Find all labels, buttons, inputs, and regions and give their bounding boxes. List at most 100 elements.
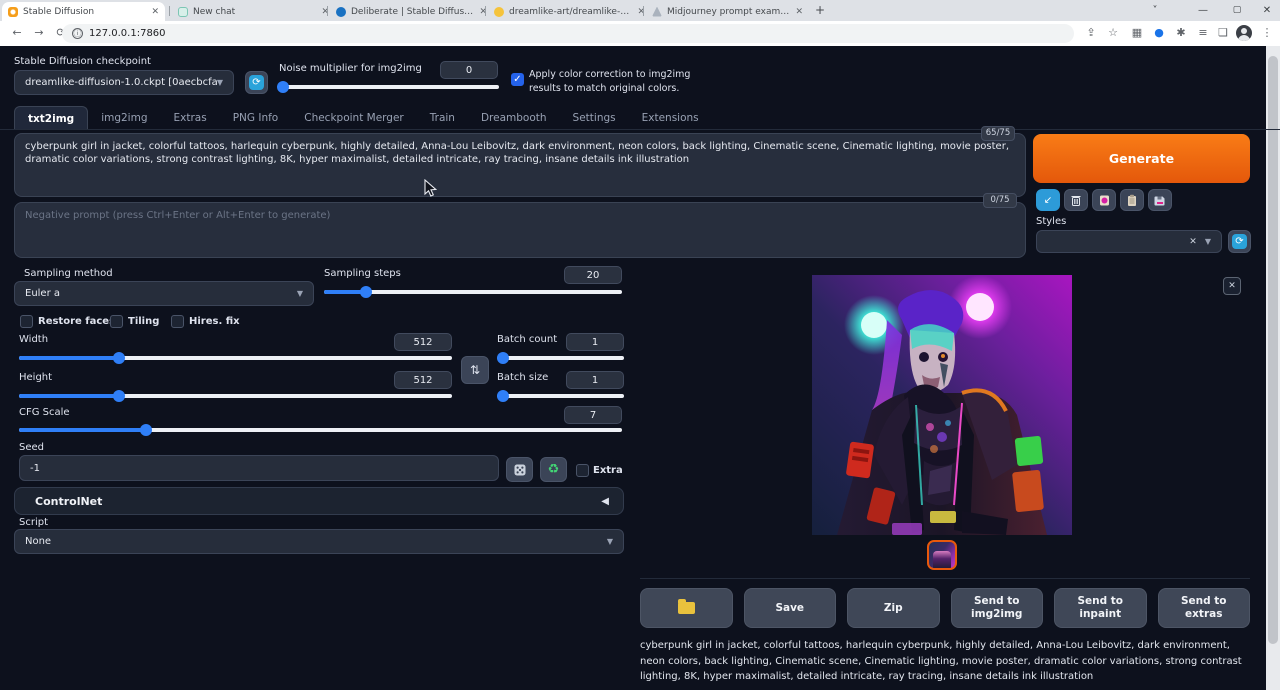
restore-faces-checkbox[interactable] (20, 315, 33, 328)
profile-avatar[interactable] (1236, 25, 1252, 41)
checkpoint-dropdown[interactable]: dreamlike-diffusion-1.0.ckpt [0aecbcfa2c… (14, 70, 234, 95)
extra-networks-button[interactable] (1092, 189, 1116, 211)
browser-tab-deliberate[interactable]: Deliberate | Stable Diffusion Che ✕ (330, 2, 493, 21)
apply-style-button[interactable] (1120, 189, 1144, 211)
width-value[interactable] (394, 333, 452, 351)
reading-list-icon[interactable]: ≡ (1194, 24, 1212, 42)
tiling-checkbox[interactable] (110, 315, 123, 328)
mouse-cursor (424, 179, 437, 198)
tab-title: Stable Diffusion (23, 7, 146, 17)
media-extension-icon[interactable]: ▦ (1128, 24, 1146, 42)
gallery-thumbnail-selected[interactable] (927, 540, 957, 570)
tab-png-info[interactable]: PNG Info (220, 106, 292, 130)
tab-extensions[interactable]: Extensions (629, 106, 712, 130)
tab-img2img[interactable]: img2img (88, 106, 160, 130)
back-icon[interactable]: ← (8, 24, 26, 42)
styles-dropdown[interactable]: ✕ ▼ (1036, 230, 1222, 253)
menu-dots-icon[interactable]: ⋮ (1258, 24, 1276, 42)
chevron-down-icon: ▼ (607, 537, 613, 546)
width-slider[interactable] (19, 352, 452, 364)
huggingface-favicon (494, 7, 504, 17)
prompt-tools-row: ↙ (1036, 189, 1172, 211)
browser-tab-stable-diffusion[interactable]: Stable Diffusion ✕ (2, 2, 165, 21)
tab-train[interactable]: Train (417, 106, 468, 130)
send-to-inpaint-button[interactable]: Send to inpaint (1054, 588, 1147, 628)
side-panel-icon[interactable]: ❏ (1214, 24, 1232, 42)
open-folder-button[interactable] (640, 588, 733, 628)
tab-search-chevron-icon[interactable]: ˅ (1140, 0, 1170, 21)
batch-size-value[interactable] (566, 371, 624, 389)
send-to-img2img-button[interactable]: Send to img2img (951, 588, 1044, 628)
height-value[interactable] (394, 371, 452, 389)
generated-image[interactable] (812, 275, 1072, 535)
batch-count-slider[interactable] (497, 352, 624, 364)
controlnet-accordion[interactable]: ControlNet ◀ (14, 487, 624, 515)
chat-favicon (178, 7, 188, 17)
random-seed-button[interactable] (506, 457, 533, 482)
swap-arrows-icon: ⇅ (470, 363, 480, 377)
tab-close-icon[interactable]: ✕ (151, 7, 159, 17)
paste-params-button[interactable]: ↙ (1036, 189, 1060, 211)
sampling-steps-slider[interactable] (324, 286, 622, 298)
save-style-button[interactable] (1148, 189, 1172, 211)
window-minimize-button[interactable]: — (1188, 0, 1218, 21)
negative-prompt-textarea[interactable] (14, 202, 1026, 258)
batch-size-slider[interactable] (497, 390, 624, 402)
batch-count-value[interactable] (566, 333, 624, 351)
site-info-icon[interactable]: ⓘ (72, 28, 83, 39)
blue-dot-extension-icon[interactable]: ● (1150, 24, 1168, 42)
refresh-checkpoints-button[interactable]: ⟳ (245, 71, 268, 94)
tab-separator (485, 6, 486, 16)
browser-nav-bar: ← → ⟳ ⓘ 127.0.0.1:7860 ⇪ ☆ ▦ ● ✱ ≡ ❏ ⋮ (0, 21, 1280, 46)
cfg-scale-slider[interactable] (19, 424, 622, 436)
tab-close-icon[interactable]: ✕ (321, 7, 329, 17)
extra-seed-checkbox[interactable] (576, 464, 589, 477)
script-dropdown[interactable]: None ▼ (14, 529, 624, 554)
address-bar[interactable]: ⓘ 127.0.0.1:7860 (62, 24, 1074, 43)
share-icon[interactable]: ⇪ (1082, 24, 1100, 42)
color-correction-checkbox[interactable]: ✓ (511, 73, 524, 86)
tab-extras[interactable]: Extras (161, 106, 220, 130)
window-close-button[interactable]: ✕ (1252, 0, 1280, 21)
noise-multiplier-value[interactable] (440, 61, 498, 79)
scrollbar-thumb[interactable] (1268, 56, 1278, 644)
extensions-puzzle-icon[interactable]: ✱ (1172, 24, 1190, 42)
gradio-favicon (8, 7, 18, 17)
trash-icon (1070, 194, 1082, 207)
tab-close-icon[interactable]: ✕ (637, 7, 645, 17)
close-gallery-icon[interactable]: ✕ (1223, 277, 1241, 295)
cfg-scale-value[interactable] (564, 406, 622, 424)
tab-title: Midjourney prompt examples : L (667, 7, 790, 17)
prompt-textarea[interactable]: cyberpunk girl in jacket, colorful tatto… (14, 133, 1026, 197)
hires-fix-checkbox[interactable] (171, 315, 184, 328)
tab-settings[interactable]: Settings (560, 106, 629, 130)
seed-input[interactable]: -1 (19, 455, 499, 481)
noise-multiplier-slider[interactable] (279, 81, 499, 93)
forward-icon[interactable]: → (30, 24, 48, 42)
window-restore-button[interactable]: ▢ (1222, 0, 1252, 21)
bookmark-star-icon[interactable]: ☆ (1104, 24, 1122, 42)
clear-prompt-button[interactable] (1064, 189, 1088, 211)
generate-button[interactable]: Generate (1033, 134, 1250, 183)
tab-checkpoint-merger[interactable]: Checkpoint Merger (291, 106, 417, 130)
page-scrollbar[interactable] (1266, 46, 1280, 690)
tab-close-icon[interactable]: ✕ (479, 7, 487, 17)
new-tab-button[interactable]: + (812, 3, 828, 19)
tab-close-icon[interactable]: ✕ (795, 7, 803, 17)
height-slider[interactable] (19, 390, 452, 402)
browser-tab-dreamlike[interactable]: dreamlike-art/dreamlike-diffusio ✕ (488, 2, 651, 21)
send-to-extras-button[interactable]: Send to extras (1158, 588, 1251, 628)
swap-dimensions-button[interactable]: ⇅ (461, 356, 489, 384)
reuse-seed-button[interactable]: ♻ (540, 457, 567, 482)
refresh-styles-button[interactable]: ⟳ (1228, 230, 1251, 253)
browser-tab-midjourney[interactable]: Midjourney prompt examples : L ✕ (646, 2, 809, 21)
sampling-steps-value[interactable] (564, 266, 622, 284)
clear-styles-icon[interactable]: ✕ (1189, 237, 1197, 247)
save-button[interactable]: Save (744, 588, 837, 628)
batch-size-label: Batch size (497, 372, 548, 383)
zip-button[interactable]: Zip (847, 588, 940, 628)
sampling-method-dropdown[interactable]: Euler a ▼ (14, 281, 314, 306)
browser-tab-new-chat[interactable]: New chat ✕ (172, 2, 335, 21)
tab-txt2img[interactable]: txt2img (14, 106, 88, 130)
tab-dreambooth[interactable]: Dreambooth (468, 106, 560, 130)
